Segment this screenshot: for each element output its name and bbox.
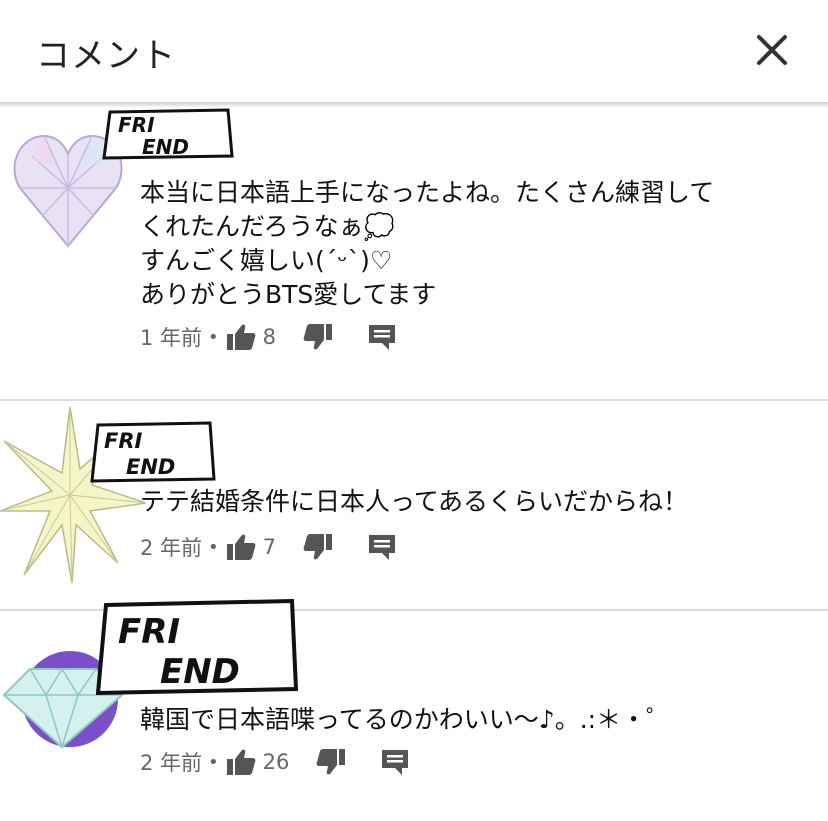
comment-text: 韓国で日本語喋ってるのかわいい〜♪。.:＊・゜ xyxy=(140,705,672,734)
separator-dot: • xyxy=(208,751,219,773)
comment-actions: 2 年前 • 7 xyxy=(140,530,398,564)
thumbs-down-icon[interactable] xyxy=(315,746,347,778)
comment-item: FRI END 韓国で日本語喋ってるのかわいい〜♪。.:＊・゜ 2 年前 • 2… xyxy=(0,599,828,821)
badge-text-top: FRI xyxy=(104,429,143,453)
comment-time: 1 年前 xyxy=(140,326,203,350)
badge-text-bottom: END xyxy=(142,135,189,159)
separator-dot: • xyxy=(208,326,219,348)
badge-text-bottom: END xyxy=(160,652,240,692)
comment-time: 2 年前 xyxy=(140,751,203,775)
badge-text-top: FRI xyxy=(118,612,180,652)
like-count: 26 xyxy=(262,750,290,774)
friend-badge-icon: FRI END xyxy=(102,108,234,160)
badge-text-top: FRI xyxy=(118,113,155,137)
comment-text: 本当に日本語上手になったよね。たくさん練習して くれたんだろうなぁ💭 すんごく嬉… xyxy=(140,178,715,309)
reply-icon[interactable] xyxy=(379,746,411,778)
comment-text: テテ結婚条件に日本人ってあるくらいだからね！ xyxy=(140,487,689,516)
thumbs-down-icon[interactable] xyxy=(302,321,334,353)
header-title: コメント xyxy=(36,36,176,76)
like-count: 7 xyxy=(262,535,277,559)
thumbs-up-icon[interactable] xyxy=(225,746,257,778)
close-icon[interactable] xyxy=(748,26,796,74)
comment-actions: 2 年前 • 26 xyxy=(140,745,411,779)
comments-header: コメント xyxy=(0,0,828,102)
reply-icon[interactable] xyxy=(366,321,398,353)
reply-icon[interactable] xyxy=(366,531,398,563)
friend-badge-icon: FRI END xyxy=(90,421,216,483)
thumbs-down-icon[interactable] xyxy=(302,531,334,563)
separator-dot: • xyxy=(208,536,219,558)
badge-text-bottom: END xyxy=(126,455,175,479)
thumbs-up-icon[interactable] xyxy=(225,531,257,563)
comment-item: FRI END 本当に日本語上手になったよね。たくさん練習して くれたんだろうな… xyxy=(0,108,828,400)
thumbs-up-icon[interactable] xyxy=(225,321,257,353)
comment-actions: 1 年前 • 8 xyxy=(140,320,398,354)
comment-item: FRI END テテ結婚条件に日本人ってあるくらいだからね！ 2 年前 • 7 xyxy=(0,401,828,609)
like-count: 8 xyxy=(262,325,277,349)
friend-badge-icon: FRI END xyxy=(96,599,298,695)
comment-time: 2 年前 xyxy=(140,536,203,560)
